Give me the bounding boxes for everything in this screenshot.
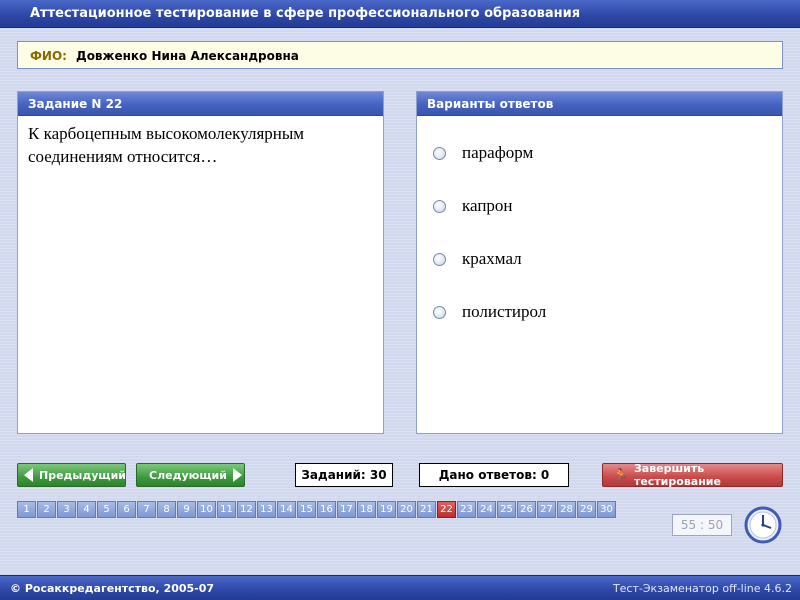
- question-nav-button-4[interactable]: 4: [77, 501, 96, 518]
- previous-button[interactable]: Предыдущий: [17, 463, 126, 487]
- question-navigation: 1 2 3 4 5 6 7 8 9 10 11 12 13 14 15 16 17 18 19 20 21 22 23 24 2…: [17, 501, 617, 518]
- question-nav-button-12[interactable]: 12: [237, 501, 256, 518]
- answers-panel: Варианты ответов параформ капрон крахмал…: [416, 91, 783, 434]
- question-nav-button-11[interactable]: 11: [217, 501, 236, 518]
- answer-label: капрон: [462, 196, 513, 215]
- question-nav-button-29[interactable]: 29: [577, 501, 596, 518]
- question-nav-button-19[interactable]: 19: [377, 501, 396, 518]
- answer-option-2[interactable]: капрон: [433, 195, 513, 217]
- question-nav-button-8[interactable]: 8: [157, 501, 176, 518]
- answer-label: крахмал: [462, 249, 522, 268]
- radio-button[interactable]: [433, 146, 446, 160]
- question-text: К карбоцепным высокомолекулярным соедине…: [18, 116, 383, 174]
- answer-label: параформ: [462, 143, 534, 162]
- clock-icon: [744, 506, 782, 544]
- question-nav-button-1[interactable]: 1: [17, 501, 36, 518]
- question-nav-button-5[interactable]: 5: [97, 501, 116, 518]
- question-nav-button-21[interactable]: 21: [417, 501, 436, 518]
- fio-value: Довженко Нина Александровна: [76, 49, 299, 63]
- answer-label: полистирол: [462, 302, 547, 321]
- radio-button[interactable]: [433, 199, 446, 213]
- question-nav-button-13[interactable]: 13: [257, 501, 276, 518]
- question-nav-button-15[interactable]: 15: [297, 501, 316, 518]
- answer-option-4[interactable]: полистирол: [433, 301, 546, 323]
- question-nav-button-27[interactable]: 27: [537, 501, 556, 518]
- finish-test-button[interactable]: 🏃 Завершить тестирование: [602, 462, 783, 488]
- question-nav-button-23[interactable]: 23: [457, 501, 476, 518]
- total-tasks-label: Заданий: 30: [301, 468, 387, 482]
- arrow-left-icon: [24, 468, 33, 482]
- running-man-icon: 🏃: [613, 468, 628, 482]
- question-nav-button-25[interactable]: 25: [497, 501, 516, 518]
- question-panel: Задание N 22 К карбоцепным высокомолекул…: [17, 91, 384, 434]
- answer-option-1[interactable]: параформ: [433, 142, 533, 164]
- fio-bar: ФИО: Довженко Нина Александровна: [17, 41, 783, 69]
- window-title: Аттестационное тестирование в сфере проф…: [30, 6, 581, 21]
- question-nav-button-16[interactable]: 16: [317, 501, 336, 518]
- finish-test-label: Завершить тестирование: [633, 462, 721, 488]
- fio-label: ФИО:: [30, 49, 67, 63]
- answered-counter: Дано ответов: 0: [419, 463, 569, 487]
- question-nav-button-24[interactable]: 24: [477, 501, 496, 518]
- footer-version: Тест-Экзаменатор off-line 4.6.2: [612, 582, 792, 595]
- footer-bar: © Росаккредагентство, 2005-07 Тест-Экзам…: [0, 575, 800, 600]
- answer-option-3[interactable]: крахмал: [433, 248, 522, 270]
- next-button[interactable]: Следующий: [136, 463, 245, 487]
- footer-copyright: © Росаккредагентство, 2005-07: [10, 582, 215, 595]
- question-nav-button-14[interactable]: 14: [277, 501, 296, 518]
- question-nav-button-9[interactable]: 9: [177, 501, 196, 518]
- title-bar: Аттестационное тестирование в сфере проф…: [0, 0, 800, 28]
- timer-display: 55 : 50: [672, 514, 732, 536]
- answered-label: Дано ответов: 0: [438, 468, 550, 482]
- timer-value: 55 : 50: [680, 518, 724, 532]
- question-nav-button-17[interactable]: 17: [337, 501, 356, 518]
- question-nav-button-2[interactable]: 2: [37, 501, 56, 518]
- answers-header: Варианты ответов: [417, 92, 782, 116]
- question-nav-button-30[interactable]: 30: [597, 501, 616, 518]
- question-nav-button-20[interactable]: 20: [397, 501, 416, 518]
- question-nav-button-18[interactable]: 18: [357, 501, 376, 518]
- question-text-line-1: К карбоцепным высокомолекулярным: [28, 124, 305, 143]
- question-header: Задание N 22: [18, 92, 383, 116]
- question-text-line-2: соединениям относится…: [28, 147, 218, 166]
- radio-button[interactable]: [433, 252, 446, 266]
- total-tasks-counter: Заданий: 30: [295, 463, 393, 487]
- question-nav-button-28[interactable]: 28: [557, 501, 576, 518]
- question-nav-button-3[interactable]: 3: [57, 501, 76, 518]
- question-nav-button-10[interactable]: 10: [197, 501, 216, 518]
- next-button-label: Следующий: [149, 468, 227, 482]
- previous-button-label: Предыдущий: [39, 468, 127, 482]
- question-nav-button-22[interactable]: 22: [437, 501, 456, 518]
- question-nav-button-6[interactable]: 6: [117, 501, 136, 518]
- arrow-right-icon: [232, 468, 242, 482]
- radio-button[interactable]: [433, 305, 446, 319]
- question-nav-button-26[interactable]: 26: [517, 501, 536, 518]
- question-nav-button-7[interactable]: 7: [137, 501, 156, 518]
